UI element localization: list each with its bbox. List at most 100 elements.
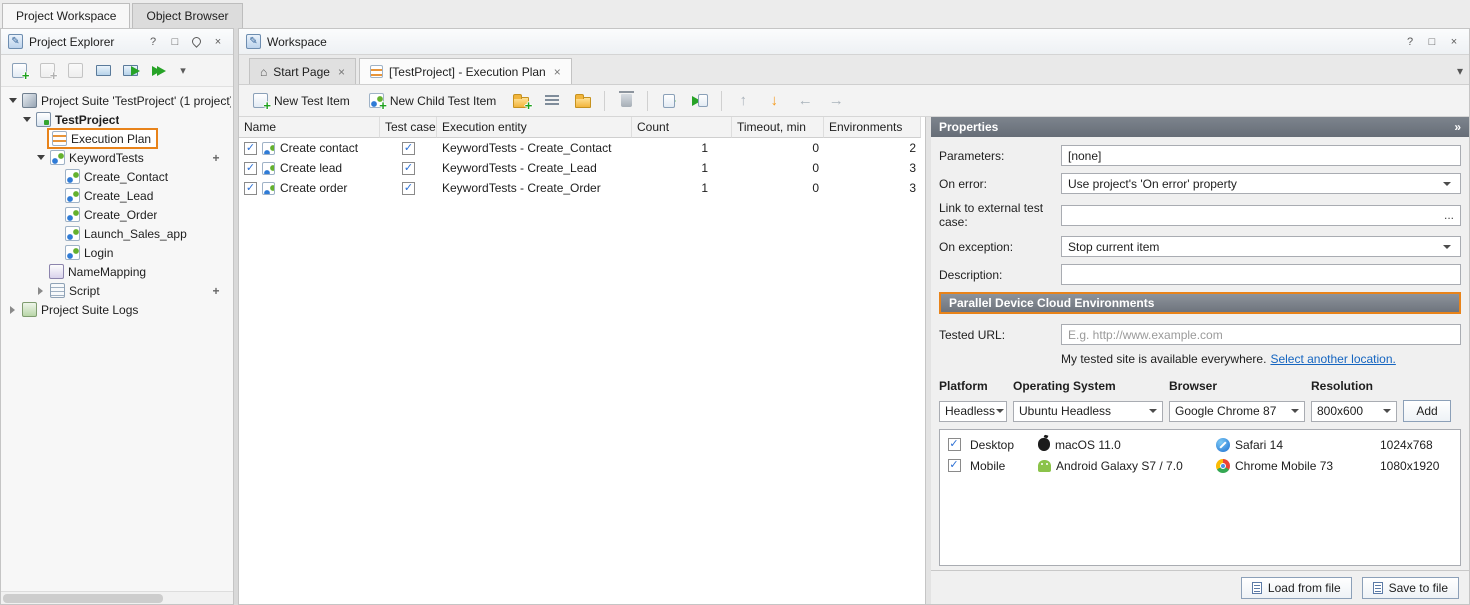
help-icon[interactable]: ?	[1402, 36, 1418, 48]
collapse-icon[interactable]: »	[1454, 120, 1461, 134]
object-browser-button[interactable]	[91, 59, 115, 83]
tree-item-script[interactable]: Script +	[3, 281, 231, 300]
run-options-caret-icon[interactable]: ▾	[175, 64, 191, 77]
expander-icon[interactable]	[7, 98, 18, 103]
group-list-button[interactable]	[540, 89, 564, 113]
table-row-count[interactable]: 1	[632, 178, 732, 198]
test-case-checkbox[interactable]: ✓	[402, 182, 415, 195]
add-script-unit-button[interactable]: +	[209, 284, 223, 298]
enabled-checkbox[interactable]: ✓	[244, 162, 257, 175]
run-project-button[interactable]	[119, 59, 143, 83]
export-item-button[interactable]	[63, 59, 87, 83]
new-test-item-button[interactable]: New Test Item	[247, 90, 356, 111]
tree-item-create-order[interactable]: Create_Order	[3, 205, 231, 224]
expander-icon[interactable]	[21, 117, 32, 122]
close-tab-icon[interactable]: ×	[554, 65, 561, 79]
tested-url-input[interactable]	[1061, 324, 1461, 345]
add-existing-item-button[interactable]	[35, 59, 59, 83]
new-child-test-item-button[interactable]: New Child Test Item	[363, 90, 502, 111]
description-field[interactable]	[1061, 264, 1461, 285]
expander-icon[interactable]	[35, 287, 46, 295]
table-row-testcase[interactable]: ✓	[380, 158, 437, 178]
on-error-select[interactable]: Use project's 'On error' property	[1061, 173, 1461, 194]
environment-checkbox[interactable]: ✓	[948, 438, 961, 451]
tab-project-workspace[interactable]: Project Workspace	[2, 3, 130, 28]
add-keyword-test-button[interactable]: +	[209, 151, 223, 165]
run-focused-item-button[interactable]	[657, 89, 681, 113]
test-case-checkbox[interactable]: ✓	[402, 142, 415, 155]
parameters-field[interactable]: [none]	[1061, 145, 1461, 166]
table-row-entity[interactable]: KeywordTests - Create_Contact	[437, 138, 632, 158]
table-row-environments[interactable]: 3	[824, 178, 921, 198]
close-tab-icon[interactable]: ×	[338, 65, 345, 79]
platform-select[interactable]: Headless	[939, 401, 1007, 422]
move-up-button[interactable]: ↑	[731, 89, 755, 113]
new-group-button[interactable]	[509, 89, 533, 113]
table-row-name[interactable]: ✓ Create contact	[239, 138, 380, 158]
outdent-button[interactable]: ←	[793, 89, 817, 113]
tree-item-launch-sales-app[interactable]: Launch_Sales_app	[3, 224, 231, 243]
column-header-name[interactable]: Name	[239, 117, 380, 138]
tree-item-login[interactable]: Login	[3, 243, 231, 262]
run-project-suite-button[interactable]	[147, 59, 171, 83]
table-row-name[interactable]: ✓ Create lead	[239, 158, 380, 178]
on-exception-select[interactable]: Stop current item	[1061, 236, 1461, 257]
close-icon[interactable]: ×	[1446, 36, 1462, 48]
add-new-item-button[interactable]	[7, 59, 31, 83]
browse-button[interactable]: ...	[1438, 208, 1454, 222]
run-with-report-button[interactable]	[688, 89, 712, 113]
resolution-select[interactable]: 800x600	[1311, 401, 1397, 422]
maximize-icon[interactable]: □	[167, 36, 183, 48]
column-header-timeout[interactable]: Timeout, min	[732, 117, 824, 138]
table-row-name[interactable]: ✓ Create order	[239, 178, 380, 198]
help-icon[interactable]: ?	[145, 36, 161, 48]
scrollbar-thumb[interactable]	[3, 594, 163, 603]
indent-button[interactable]: →	[824, 89, 848, 113]
tree-item-project-suite[interactable]: Project Suite 'TestProject' (1 project)	[3, 91, 231, 110]
column-header-test-case[interactable]: Test case	[380, 117, 437, 138]
table-row-testcase[interactable]: ✓	[380, 178, 437, 198]
close-icon[interactable]: ×	[210, 36, 226, 48]
table-row-testcase[interactable]: ✓	[380, 138, 437, 158]
load-from-file-button[interactable]: Load from file	[1241, 577, 1352, 599]
test-case-checkbox[interactable]: ✓	[402, 162, 415, 175]
table-row-timeout[interactable]: 0	[732, 138, 824, 158]
environment-checkbox[interactable]: ✓	[948, 459, 961, 472]
table-row-environments[interactable]: 2	[824, 138, 921, 158]
table-row-entity[interactable]: KeywordTests - Create_Order	[437, 178, 632, 198]
external-link-field[interactable]: ...	[1061, 205, 1461, 226]
tab-start-page[interactable]: ⌂ Start Page ×	[249, 58, 356, 84]
tab-execution-plan[interactable]: [TestProject] - Execution Plan ×	[359, 58, 572, 84]
expander-icon[interactable]	[35, 155, 46, 160]
delete-item-button[interactable]	[614, 89, 638, 113]
browser-select[interactable]: Google Chrome 87	[1169, 401, 1305, 422]
tree-item-create-lead[interactable]: Create_Lead	[3, 186, 231, 205]
column-header-execution-entity[interactable]: Execution entity	[437, 117, 632, 138]
horizontal-scrollbar[interactable]	[1, 591, 233, 604]
column-header-count[interactable]: Count	[632, 117, 732, 138]
environment-row-desktop[interactable]: ✓ Desktop macOS 11.0 Safari 14 1024x768 …	[944, 434, 1456, 455]
enabled-checkbox[interactable]: ✓	[244, 182, 257, 195]
maximize-icon[interactable]: □	[1424, 36, 1440, 48]
tree-item-testproject[interactable]: TestProject	[3, 110, 231, 129]
tab-list-caret-icon[interactable]: ▾	[1457, 64, 1463, 78]
column-header-environments[interactable]: Environments	[824, 117, 921, 138]
tree-item-create-contact[interactable]: Create_Contact	[3, 167, 231, 186]
tree-item-project-suite-logs[interactable]: Project Suite Logs	[3, 300, 231, 319]
move-down-button[interactable]: ↓	[762, 89, 786, 113]
os-select[interactable]: Ubuntu Headless	[1013, 401, 1163, 422]
select-location-link[interactable]: Select another location.	[1270, 352, 1395, 366]
table-row-environments[interactable]: 3	[824, 158, 921, 178]
table-row-count[interactable]: 1	[632, 138, 732, 158]
table-row-timeout[interactable]: 0	[732, 158, 824, 178]
environment-row-mobile[interactable]: ✓ Mobile Android Galaxy S7 / 7.0 Chrome …	[944, 455, 1456, 476]
table-row-timeout[interactable]: 0	[732, 178, 824, 198]
add-environment-button[interactable]: Add	[1403, 400, 1451, 422]
enabled-checkbox[interactable]: ✓	[244, 142, 257, 155]
tree-item-execution-plan[interactable]: Execution Plan	[3, 129, 231, 148]
table-row-count[interactable]: 1	[632, 158, 732, 178]
pin-icon[interactable]	[190, 35, 203, 48]
tab-object-browser[interactable]: Object Browser	[132, 3, 242, 28]
save-to-file-button[interactable]: Save to file	[1362, 577, 1459, 599]
expander-icon[interactable]	[7, 306, 18, 314]
